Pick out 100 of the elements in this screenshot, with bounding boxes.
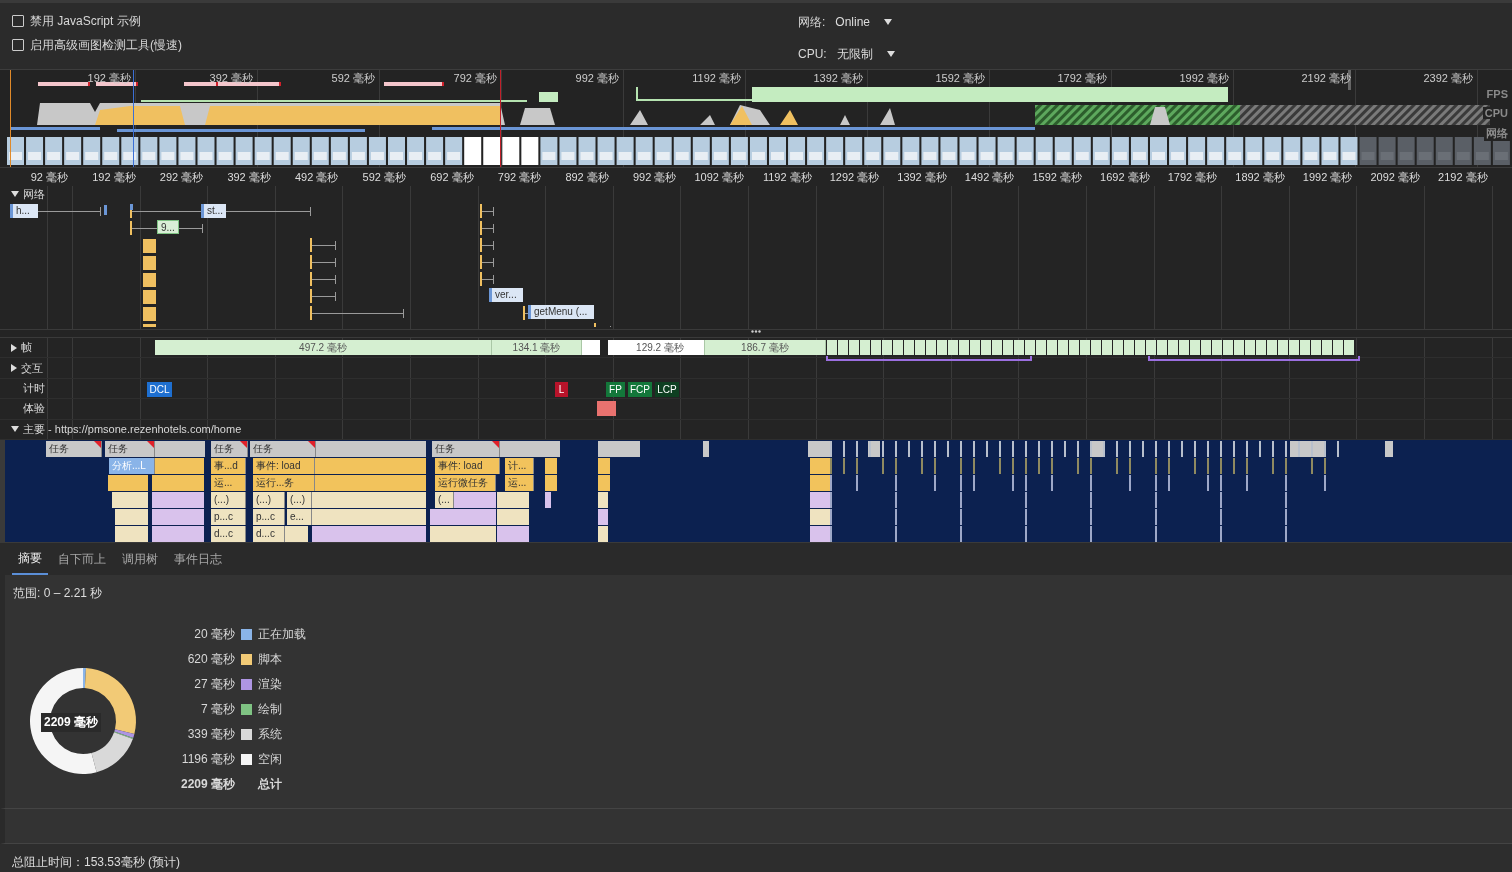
overview-time-label: 1592 毫秒 [934,71,985,86]
time-label: 692 毫秒 [429,170,474,185]
flame-chart-block[interactable]: 任务 [250,441,316,457]
triangle-icon[interactable] [11,364,17,373]
flame-chart-block[interactable]: (...) [287,492,312,508]
time-label: 592 毫秒 [361,170,406,185]
triangle-icon[interactable] [11,426,19,433]
flame-chart-block[interactable]: 任务 [46,441,102,457]
flame-chart-block[interactable]: 任务 [211,441,248,457]
lane-label: 网络 [1484,126,1510,141]
flame-chart-block[interactable]: 运行...务 [253,475,315,491]
time-label: 1492 毫秒 [963,170,1015,185]
triangle-icon[interactable] [11,191,19,197]
donut-slice [91,732,133,773]
time-label: 92 毫秒 [29,170,68,185]
time-label: 1392 毫秒 [896,170,947,185]
flame-chart-block[interactable]: 任务 [105,441,155,457]
resize-handle-icon[interactable] [751,330,761,333]
flame-chart-block[interactable]: 任务 [432,441,500,457]
time-label: 1692 毫秒 [1099,170,1150,185]
network-request-bar[interactable]: 9... [157,220,179,234]
timing-marker[interactable]: FP [606,381,625,397]
donut-slice [30,668,97,774]
checkbox-label: 启用高级画图检测工具(慢速) [30,36,182,54]
flame-chart-block[interactable]: e... [287,509,312,525]
flame-chart-block[interactable]: (... [435,492,454,508]
track-title: 网络 [23,186,45,202]
network-request-bar[interactable]: getMenu (... [528,305,594,319]
details-tab[interactable]: 事件日志 [168,544,228,574]
legend-label: 总计 [258,775,282,793]
total-time-label: 2209 毫秒 [41,713,102,732]
legend-value: 7 毫秒 [200,700,235,718]
layout-shift-marker[interactable] [597,401,616,417]
legend-label: 渲染 [258,675,282,693]
legend-value: 1196 毫秒 [180,750,235,768]
legend-label: 空闲 [258,750,282,768]
flame-chart-block[interactable]: 运... [211,475,246,491]
flame-chart-block[interactable]: p...c [253,509,285,525]
time-label: 1992 毫秒 [1301,170,1353,185]
overview-time-label: 792 毫秒 [452,71,497,86]
flame-chart-block[interactable]: 事...d [211,458,246,474]
frame-bar[interactable]: 129.2 毫秒 [616,340,705,355]
frame-bar[interactable]: 186.7 毫秒 [705,340,826,355]
lane-label: CPU [1482,107,1510,119]
lane-label: FPS [1484,88,1510,100]
overview-time-label: 1392 毫秒 [812,71,863,86]
track-title: 计时 [23,381,45,396]
throttle-label: 网络: [798,13,826,31]
overview-time-label: 592 毫秒 [330,71,375,86]
time-label: 1792 毫秒 [1166,170,1218,185]
timing-marker[interactable]: L [555,381,568,397]
flame-chart-block[interactable]: 运行微任务 [435,475,496,491]
legend-value: 2209 毫秒 [179,775,235,793]
network-request-bar[interactable]: h... [10,204,38,218]
time-label: 192 毫秒 [91,170,136,185]
timing-marker[interactable]: LCP [655,381,679,397]
checkbox[interactable] [12,15,24,27]
frame-bar[interactable]: 497.2 毫秒 [155,340,492,355]
frame-bar[interactable]: 134.1 毫秒 [492,340,582,355]
flame-chart-block[interactable]: (...) [253,492,285,508]
legend-label: 绘制 [258,700,282,718]
details-tab[interactable]: 调用树 [116,544,164,574]
time-label: 292 毫秒 [158,170,204,185]
network-request-bar[interactable]: st... [201,204,227,218]
overview-time-label: 1792 毫秒 [1056,71,1107,86]
flame-chart-block[interactable]: 运... [505,475,534,491]
overview-time-label: 392 毫秒 [208,71,253,86]
track-title: 主要 - https://pmsone.rezenhotels.com/home [23,421,242,437]
legend-value: 339 毫秒 [186,725,235,743]
checkbox[interactable] [12,39,24,51]
time-label: 1892 毫秒 [1234,170,1285,185]
legend-label: 正在加载 [258,625,306,643]
network-request-bar[interactable]: ver... [489,288,523,302]
triangle-icon[interactable] [11,343,17,352]
flame-chart-block[interactable]: d...c [211,526,246,542]
flame-chart-block[interactable]: p...c [211,509,246,525]
time-label: 2192 毫秒 [1437,170,1488,185]
time-label: 2092 毫秒 [1369,170,1420,185]
overview-time-label: 192 毫秒 [86,71,131,86]
track-title: 帧 [21,340,32,356]
status-bar-text: 总阻止时间：153.53毫秒 (预计) [0,844,1512,872]
legend-label: 系统 [258,725,282,743]
track-title: 交互 [21,360,43,376]
flame-chart-block[interactable]: 计... [505,458,534,474]
legend-label: 脚本 [258,650,282,668]
track-title: 体验 [23,401,45,417]
overview-time-label: 992 毫秒 [574,71,619,86]
caret-icon [884,19,893,25]
flame-chart-block[interactable]: 事件: load [253,458,315,474]
timing-marker[interactable]: DCL [147,381,172,397]
flame-chart-block[interactable]: d...c [253,526,285,542]
time-label: 992 毫秒 [631,170,677,185]
flame-chart-block[interactable]: 事件: load [435,458,500,474]
legend-value: 620 毫秒 [186,650,235,668]
legend-value: 27 毫秒 [193,675,235,693]
details-tab[interactable]: 自下而上 [52,544,112,574]
time-label: 492 毫秒 [293,170,339,185]
throttle-label: CPU: [798,47,827,61]
flame-chart-block[interactable]: (...) [211,492,246,508]
timing-marker[interactable]: FCP [628,381,652,397]
